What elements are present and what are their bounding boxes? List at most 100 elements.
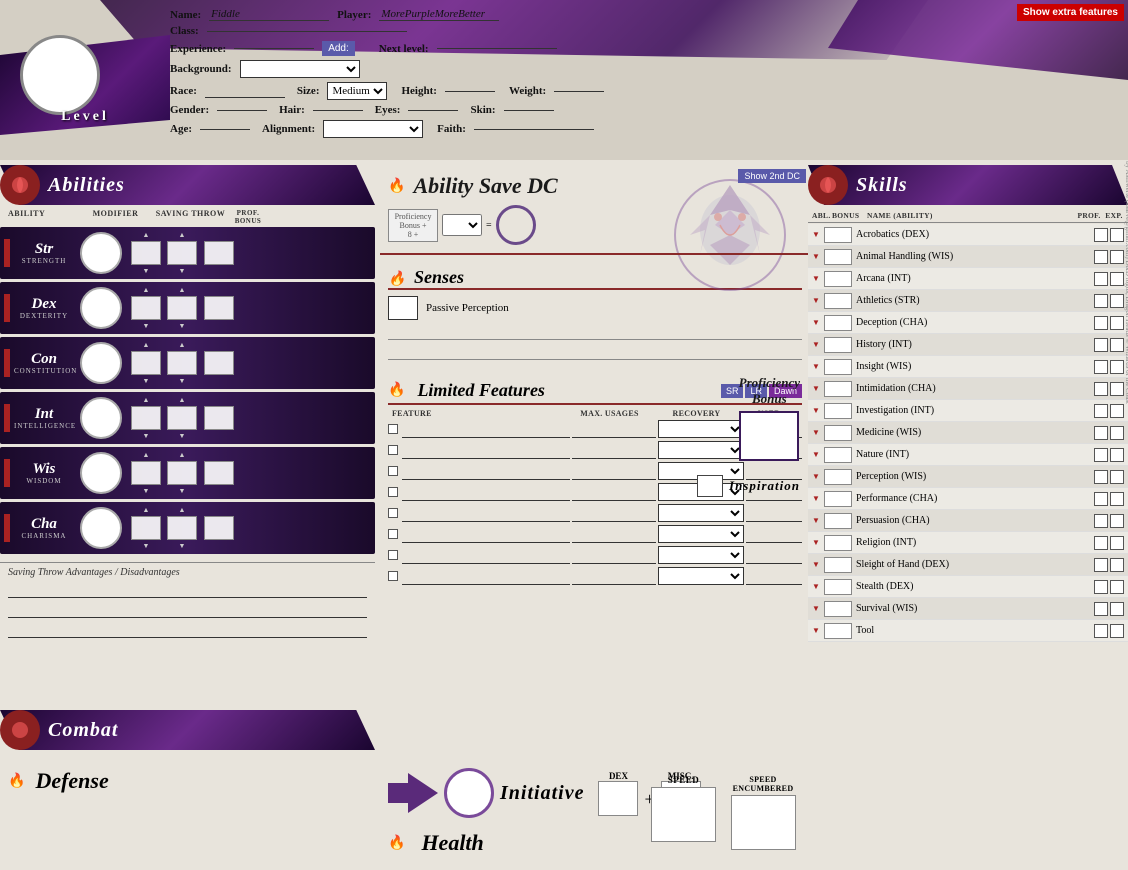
lf-checkbox-1[interactable] [388, 445, 398, 455]
sense-line-1[interactable] [388, 324, 802, 340]
speed-encumbered-box[interactable] [731, 795, 796, 850]
prof-bonus-dex[interactable] [204, 296, 234, 320]
race-input[interactable] [205, 85, 285, 98]
saving-throw-dex[interactable] [167, 296, 197, 320]
skill-prof-16[interactable] [1094, 580, 1108, 594]
skill-prof-3[interactable] [1094, 294, 1108, 308]
ability-score-cha[interactable] [80, 507, 122, 549]
skill-exp-2[interactable] [1110, 272, 1124, 286]
skill-prof-1[interactable] [1094, 250, 1108, 264]
skill-prof-11[interactable] [1094, 470, 1108, 484]
lf-max-field-2[interactable] [572, 462, 656, 480]
background-select[interactable] [240, 60, 360, 78]
saving-throw-line-2[interactable] [8, 602, 367, 618]
ability-score-int[interactable] [80, 397, 122, 439]
skill-bonus-16[interactable] [824, 579, 852, 595]
skill-prof-4[interactable] [1094, 316, 1108, 330]
lf-recovery-select-0[interactable]: SRLRDawn [658, 420, 744, 438]
lf-recovery-select-4[interactable]: SRLRDawn [658, 504, 744, 522]
prof-bonus-wis[interactable] [204, 461, 234, 485]
lf-used-field-5[interactable] [746, 525, 802, 543]
lf-feature-field-0[interactable] [402, 420, 570, 438]
ability-modifier-con[interactable] [131, 351, 161, 375]
prof-bonus-cha[interactable] [204, 516, 234, 540]
hair-value[interactable] [313, 110, 363, 111]
skill-prof-10[interactable] [1094, 448, 1108, 462]
ability-modifier-str[interactable] [131, 241, 161, 265]
lf-checkbox-4[interactable] [388, 508, 398, 518]
skill-exp-6[interactable] [1110, 360, 1124, 374]
show-features-button[interactable]: Show extra features [1017, 4, 1124, 21]
lf-feature-field-6[interactable] [402, 546, 570, 564]
inspiration-box[interactable] [697, 475, 723, 497]
skill-exp-1[interactable] [1110, 250, 1124, 264]
skill-bonus-1[interactable] [824, 249, 852, 265]
saving-throw-str[interactable] [167, 241, 197, 265]
lf-used-field-6[interactable] [746, 546, 802, 564]
skill-exp-9[interactable] [1110, 426, 1124, 440]
skill-prof-14[interactable] [1094, 536, 1108, 550]
lf-feature-field-2[interactable] [402, 462, 570, 480]
skill-exp-5[interactable] [1110, 338, 1124, 352]
skill-prof-0[interactable] [1094, 228, 1108, 242]
skill-exp-10[interactable] [1110, 448, 1124, 462]
skill-exp-8[interactable] [1110, 404, 1124, 418]
skill-prof-12[interactable] [1094, 492, 1108, 506]
height-value[interactable] [445, 91, 495, 92]
eyes-value[interactable] [408, 110, 458, 111]
skill-exp-18[interactable] [1110, 624, 1124, 638]
skill-exp-7[interactable] [1110, 382, 1124, 396]
skill-prof-6[interactable] [1094, 360, 1108, 374]
sense-line-2[interactable] [388, 344, 802, 360]
skill-bonus-13[interactable] [824, 513, 852, 529]
lf-recovery-select-5[interactable]: SRLRDawn [658, 525, 744, 543]
lf-feature-field-3[interactable] [402, 483, 570, 501]
gender-value[interactable] [217, 110, 267, 111]
dex-box[interactable] [598, 781, 638, 816]
class-value[interactable] [207, 31, 407, 32]
skill-bonus-14[interactable] [824, 535, 852, 551]
show-2nd-dc-button[interactable]: Show 2nd DC [738, 169, 806, 183]
skill-prof-13[interactable] [1094, 514, 1108, 528]
skill-bonus-0[interactable] [824, 227, 852, 243]
saving-throw-wis[interactable] [167, 461, 197, 485]
skill-exp-14[interactable] [1110, 536, 1124, 550]
skill-exp-4[interactable] [1110, 316, 1124, 330]
skill-bonus-15[interactable] [824, 557, 852, 573]
skill-bonus-4[interactable] [824, 315, 852, 331]
skill-prof-7[interactable] [1094, 382, 1108, 396]
skin-value[interactable] [504, 110, 554, 111]
skill-bonus-3[interactable] [824, 293, 852, 309]
exp-value[interactable] [234, 48, 314, 49]
prof-bonus-box[interactable] [739, 411, 799, 461]
size-select[interactable]: MediumSmallLarge [327, 82, 387, 100]
age-value[interactable] [200, 129, 250, 130]
skill-bonus-8[interactable] [824, 403, 852, 419]
prof-bonus-str[interactable] [204, 241, 234, 265]
ability-score-dex[interactable] [80, 287, 122, 329]
lf-feature-field-4[interactable] [402, 504, 570, 522]
skill-exp-12[interactable] [1110, 492, 1124, 506]
ability-score-con[interactable] [80, 342, 122, 384]
saving-throw-line-3[interactable] [8, 622, 367, 638]
lf-max-field-1[interactable] [572, 441, 656, 459]
skill-exp-3[interactable] [1110, 294, 1124, 308]
lf-checkbox-5[interactable] [388, 529, 398, 539]
lf-checkbox-3[interactable] [388, 487, 398, 497]
alignment-select[interactable] [323, 120, 423, 138]
skill-bonus-12[interactable] [824, 491, 852, 507]
lf-feature-field-1[interactable] [402, 441, 570, 459]
adc-ability-select[interactable] [442, 214, 482, 236]
skill-prof-8[interactable] [1094, 404, 1108, 418]
speed-box[interactable] [651, 787, 716, 842]
lf-used-field-4[interactable] [746, 504, 802, 522]
ability-modifier-dex[interactable] [131, 296, 161, 320]
saving-throw-line-1[interactable] [8, 582, 367, 598]
skill-prof-9[interactable] [1094, 426, 1108, 440]
skill-bonus-7[interactable] [824, 381, 852, 397]
lf-checkbox-2[interactable] [388, 466, 398, 476]
skill-prof-2[interactable] [1094, 272, 1108, 286]
skill-bonus-17[interactable] [824, 601, 852, 617]
lf-max-field-5[interactable] [572, 525, 656, 543]
ability-modifier-int[interactable] [131, 406, 161, 430]
